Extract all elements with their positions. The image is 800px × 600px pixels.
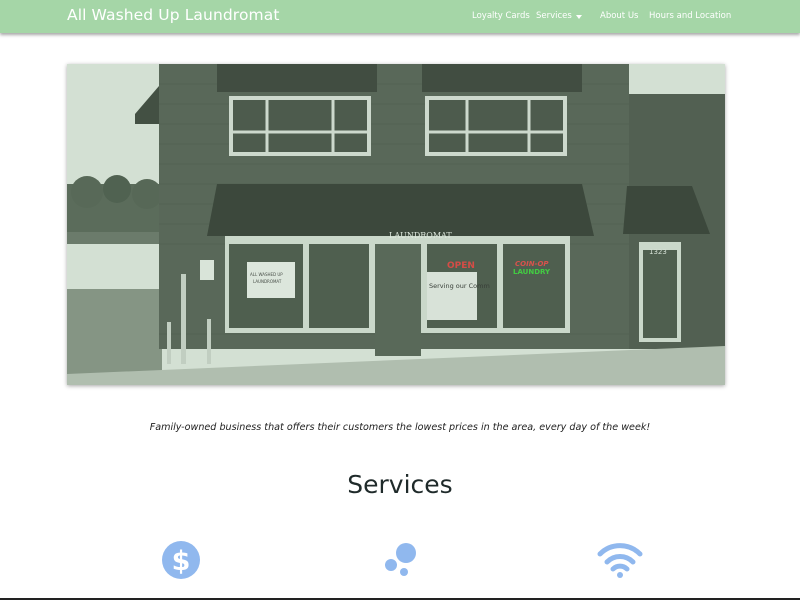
wifi-icon	[597, 543, 643, 578]
nav-about-us[interactable]: About Us	[600, 11, 638, 21]
laundromat-photo: LAUNDROMAT ALL WASHED UP LAUNDROMAT OPEN…	[67, 64, 725, 385]
navbar: All Washed Up Laundromat Loyalty Cards S…	[0, 0, 800, 33]
nav-hours-location[interactable]: Hours and Location	[649, 11, 731, 21]
tagline: Family-owned business that offers their …	[149, 422, 651, 433]
dollar-icon: $	[162, 541, 200, 579]
hero-image: LAUNDROMAT ALL WASHED UP LAUNDROMAT OPEN…	[67, 64, 725, 385]
services-heading: Services	[347, 470, 453, 499]
svg-text:$: $	[172, 546, 191, 577]
brand-title[interactable]: All Washed Up Laundromat	[67, 6, 280, 24]
nav-services[interactable]: Services	[536, 11, 572, 21]
nav-loyalty-cards[interactable]: Loyalty Cards	[472, 11, 530, 21]
chevron-down-icon[interactable]	[576, 15, 582, 19]
bubbles-icon	[385, 543, 416, 576]
